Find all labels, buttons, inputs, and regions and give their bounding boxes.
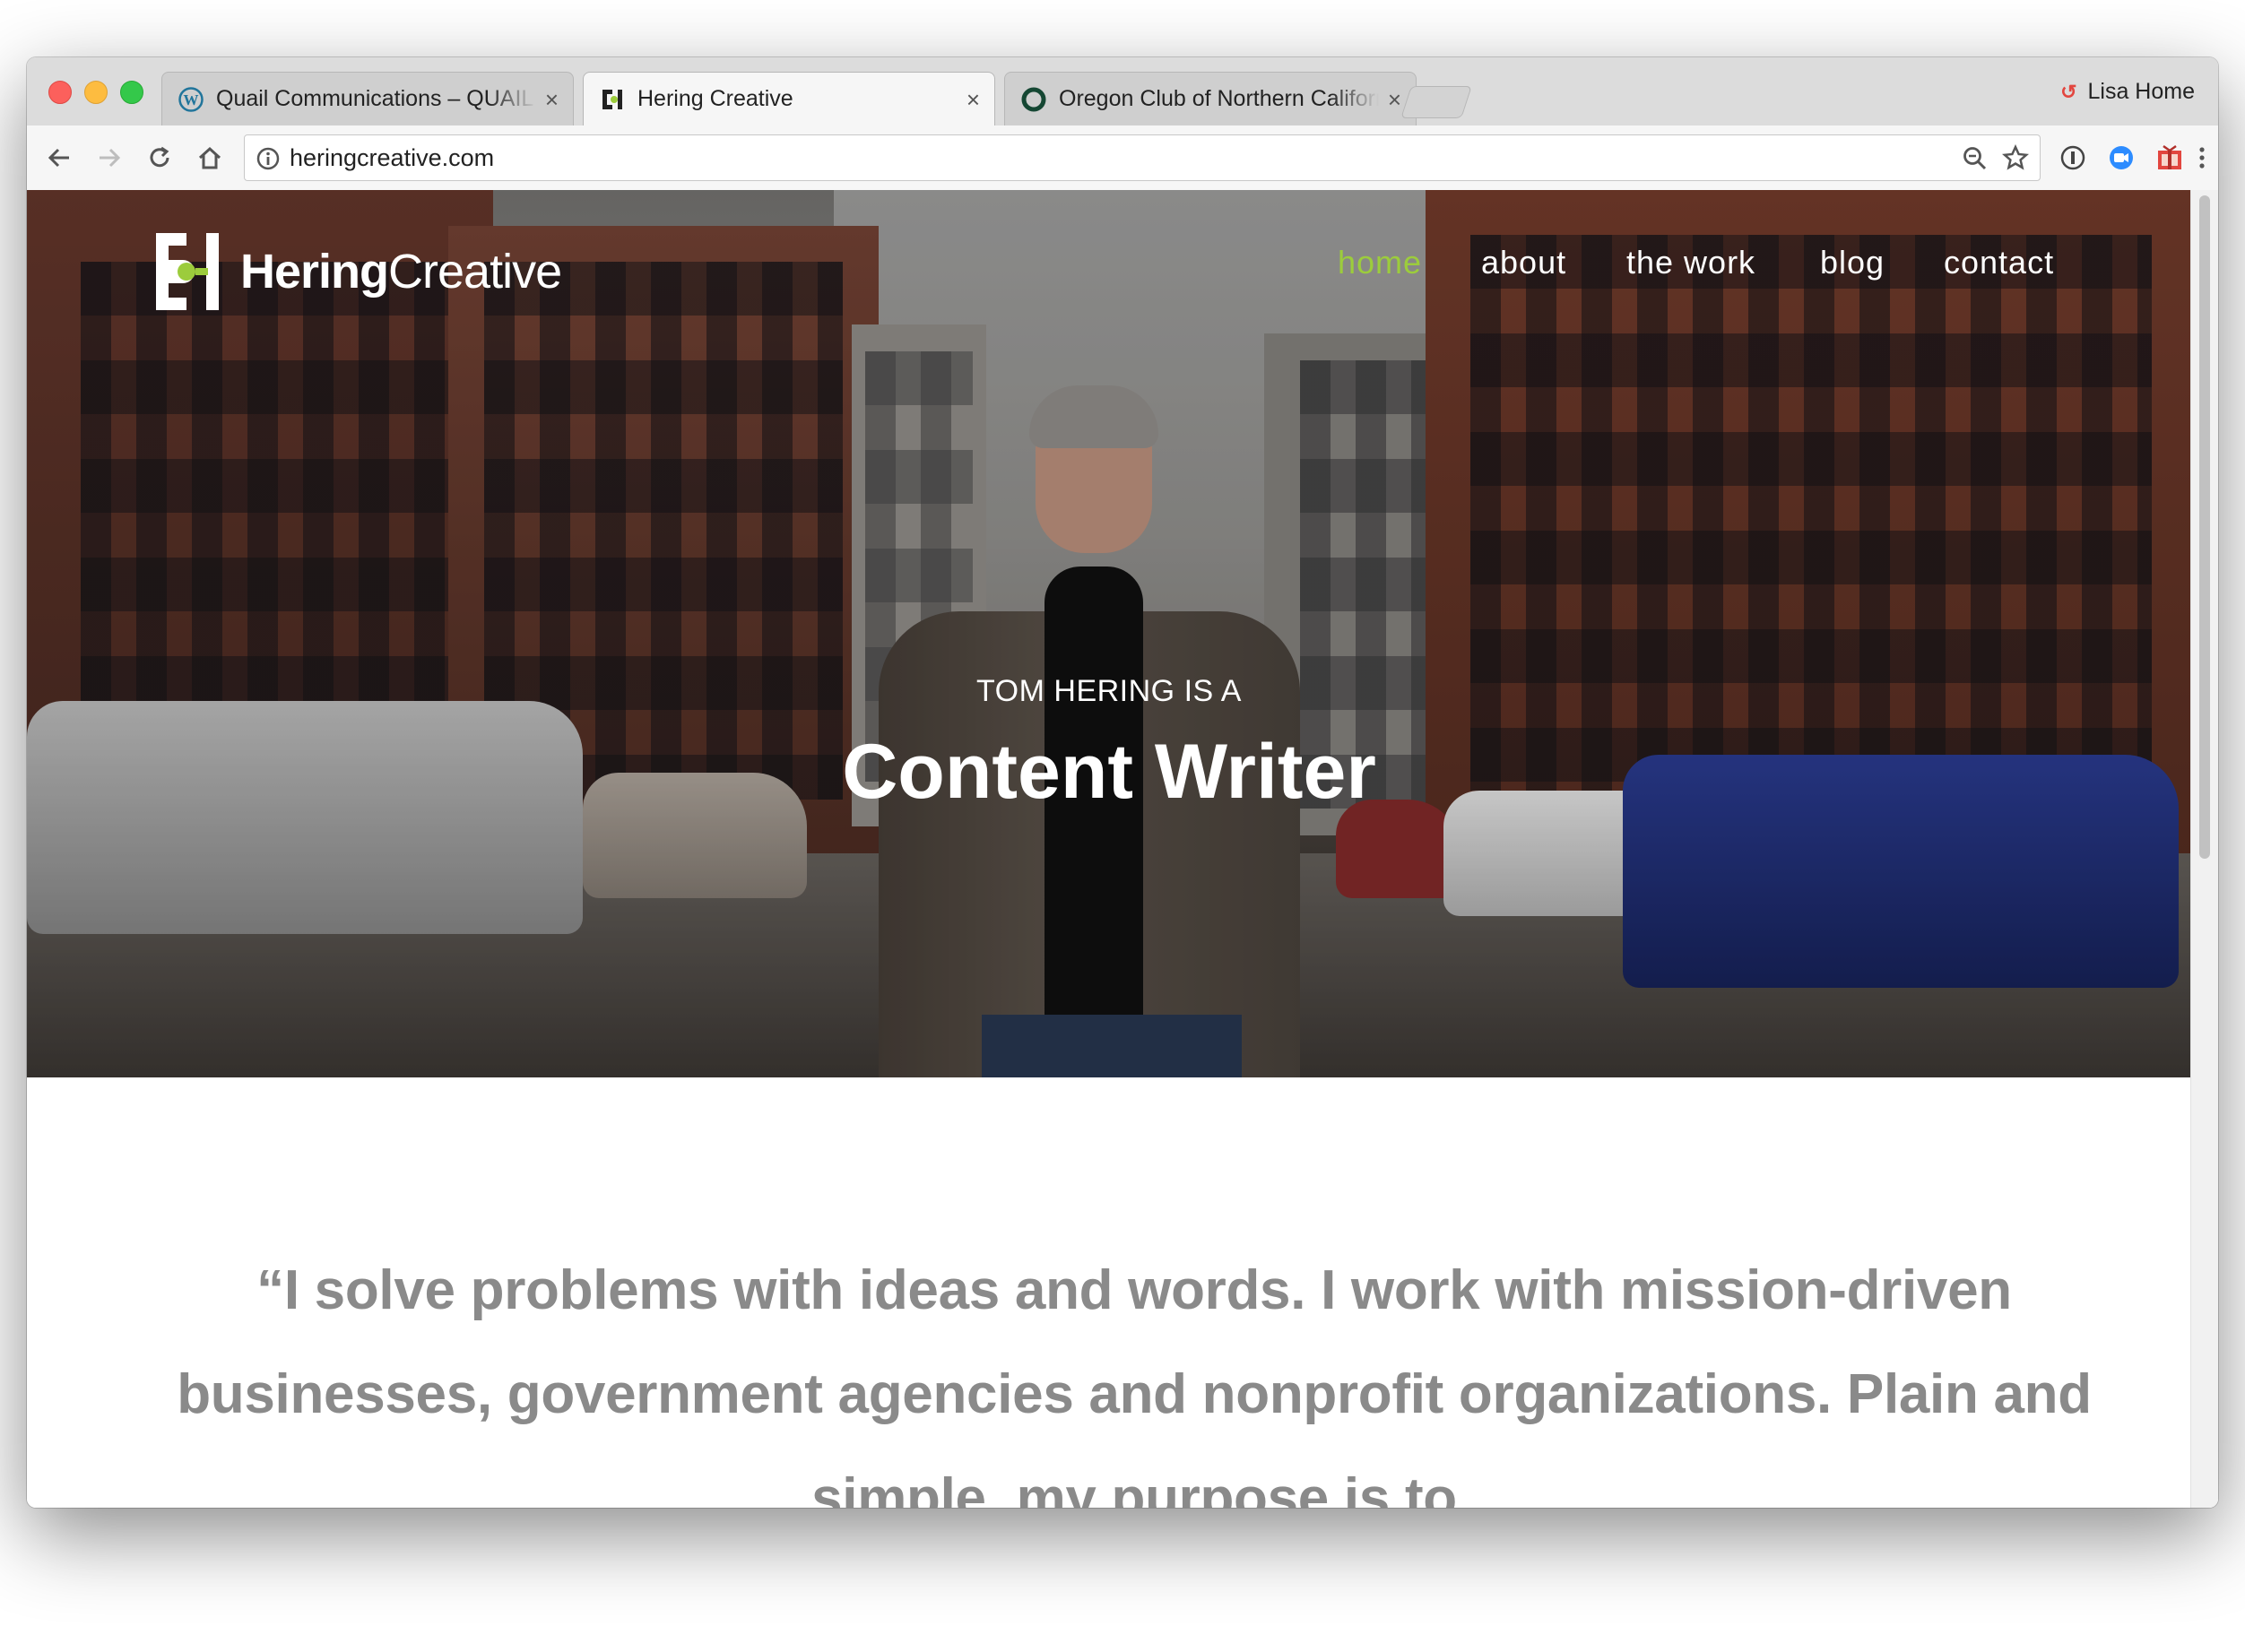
nav-home[interactable]: home xyxy=(1338,244,1422,281)
password-manager-extension[interactable] xyxy=(2055,140,2091,176)
video-call-icon xyxy=(2110,146,2133,169)
tab-title: Oregon Club of Northern California xyxy=(1059,86,1379,111)
password-manager-icon xyxy=(2060,145,2085,170)
zoom-window-button[interactable] xyxy=(120,81,143,104)
close-tab-icon[interactable]: × xyxy=(545,88,559,111)
site-logo[interactable]: HeringCreative xyxy=(156,233,562,310)
info-icon[interactable] xyxy=(256,146,281,176)
url-text: heringcreative.com xyxy=(290,144,495,171)
new-tab-button[interactable] xyxy=(1400,86,1472,118)
tab-hering-creative[interactable]: Hering Creative × xyxy=(583,72,995,125)
forward-arrow-icon xyxy=(100,148,121,168)
back-arrow-icon xyxy=(48,148,69,168)
profile-name: Lisa Home xyxy=(2087,79,2196,104)
tab-quail-communications[interactable]: W Quail Communications – QUAIL × xyxy=(161,72,574,125)
home-button[interactable] xyxy=(192,140,228,176)
nav-contact[interactable]: contact xyxy=(1944,244,2054,281)
hero-title: Content Writer xyxy=(842,729,1376,815)
scrollbar-thumb[interactable] xyxy=(2199,195,2210,859)
bookmark-star-icon[interactable] xyxy=(2000,143,2031,173)
gift-extension[interactable] xyxy=(2152,140,2188,176)
kebab-menu-icon xyxy=(2199,147,2205,169)
gift-icon xyxy=(2158,144,2181,169)
close-window-button[interactable] xyxy=(48,81,72,104)
back-button[interactable] xyxy=(41,140,77,176)
profile-icon: ↺ xyxy=(2060,80,2077,103)
minimize-window-button[interactable] xyxy=(84,81,108,104)
svg-text:W: W xyxy=(184,91,199,108)
nav-the-work[interactable]: the work xyxy=(1626,244,1755,281)
close-tab-icon[interactable]: × xyxy=(1388,88,1401,111)
tab-oregon-club[interactable]: Oregon Club of Northern California × xyxy=(1004,72,1417,125)
nav-blog[interactable]: blog xyxy=(1820,244,1885,281)
intro-quote: “I solve problems with ideas and words. … xyxy=(177,1259,2092,1508)
tab-title: Quail Communications – QUAIL xyxy=(216,86,534,111)
hero-kicker: TOM HERING IS A xyxy=(976,674,1242,708)
zoom-icon[interactable] xyxy=(1959,143,1989,173)
forward-button[interactable] xyxy=(91,140,127,176)
menu-button[interactable] xyxy=(2193,140,2211,176)
hero-section: HeringCreative home about the work blog … xyxy=(27,190,2191,1077)
video-call-extension[interactable] xyxy=(2103,140,2139,176)
hering-creative-logo-icon xyxy=(156,233,219,310)
logo-wordmark: HeringCreative xyxy=(240,245,562,298)
close-tab-icon[interactable]: × xyxy=(966,88,980,111)
address-bar[interactable]: heringcreative.com xyxy=(244,134,2041,181)
browser-toolbar: heringcreative.com xyxy=(27,125,2218,191)
reload-button[interactable] xyxy=(142,140,178,176)
wordpress-icon: W xyxy=(178,86,204,112)
reload-icon xyxy=(150,146,169,168)
nav-about[interactable]: about xyxy=(1481,244,1566,281)
oregon-o-icon xyxy=(1021,87,1046,112)
tab-title: Hering Creative xyxy=(637,86,793,111)
browser-window: W Quail Communications – QUAIL × Hering … xyxy=(27,57,2218,1508)
profile-button[interactable]: ↺ Lisa Home xyxy=(2060,79,2195,105)
web-page: HeringCreative home about the work blog … xyxy=(27,190,2218,1508)
tab-strip: W Quail Communications – QUAIL × Hering … xyxy=(27,57,2218,125)
hering-creative-icon xyxy=(600,87,625,112)
home-icon xyxy=(198,146,221,169)
page-scrollbar[interactable] xyxy=(2190,190,2218,1508)
